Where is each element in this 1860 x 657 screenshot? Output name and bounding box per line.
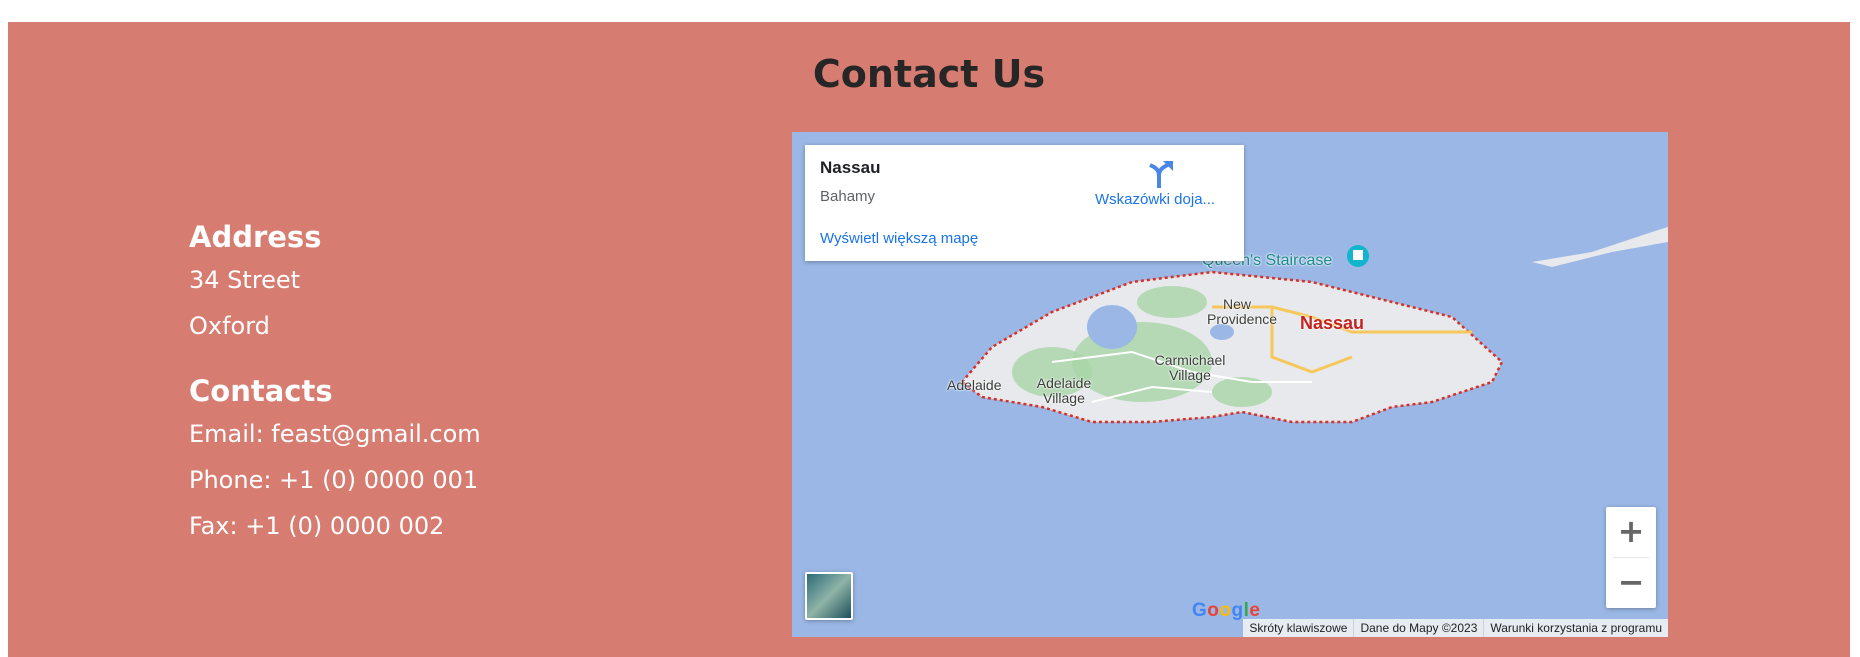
zoom-in-button[interactable]: + (1606, 507, 1656, 557)
map-label-carmichael-line2: Village (1169, 367, 1211, 383)
place-country: Bahamy (820, 188, 876, 205)
address-line-1: 34 Street (189, 266, 301, 294)
contact-phone: Phone: +1 (0) 0000 001 (189, 466, 479, 494)
keyboard-shortcuts-link[interactable]: Skróty klawiszowe (1243, 619, 1353, 637)
map-data-link[interactable]: Dane do Mapy ©2023 (1353, 619, 1483, 637)
map-attribution-bar: Skróty klawiszowe Dane do Mapy ©2023 War… (1243, 619, 1668, 637)
contact-fax: Fax: +1 (0) 0000 002 (189, 512, 445, 540)
map-label-carmichael-village[interactable]: Carmichael Village (1150, 353, 1230, 383)
terms-link[interactable]: Warunki korzystania z programu (1483, 619, 1668, 637)
map-label-new-providence-line2: Providence (1207, 311, 1278, 327)
contact-info: Address 34 Street Oxford Contacts Email:… (189, 217, 749, 549)
map-label-carmichael-line1: Carmichael (1154, 352, 1226, 368)
map-label-adelaide-village-line1: Adelaide (1036, 375, 1092, 391)
directions-link[interactable]: Wskazówki doja... (1095, 191, 1215, 208)
address-line-2: Oxford (189, 312, 270, 340)
map-label-adelaide-village-line2: Village (1043, 390, 1085, 406)
map-label-adelaide-village[interactable]: Adelaide Village (1032, 376, 1096, 406)
zoom-controls: + − (1606, 507, 1656, 608)
contact-email: Email: feast@gmail.com (189, 420, 481, 448)
place-info-card: Nassau Bahamy Wyświetl większą mapę Wska… (805, 145, 1244, 261)
map-label-new-providence-line1: New (1222, 296, 1251, 312)
satellite-toggle-button[interactable] (805, 572, 853, 620)
map-label-adelaide[interactable]: Adelaide (947, 378, 1002, 393)
place-name: Nassau (820, 158, 881, 177)
page-title: Contact Us (812, 52, 1046, 96)
zoom-out-button[interactable]: − (1606, 558, 1656, 608)
map-label-new-providence[interactable]: New Providence (1207, 296, 1278, 327)
address-heading: Address (189, 220, 322, 254)
view-larger-map-link[interactable]: Wyświetl większą mapę (820, 230, 978, 247)
directions-icon[interactable] (1145, 158, 1177, 190)
contacts-heading: Contacts (189, 374, 333, 408)
map-label-nassau[interactable]: Nassau (1300, 313, 1364, 334)
embedded-map[interactable]: Queen's Staircase New Providence Nassau … (792, 132, 1668, 637)
contact-section: Contact Us Address 34 Street Oxford Cont… (8, 22, 1850, 657)
